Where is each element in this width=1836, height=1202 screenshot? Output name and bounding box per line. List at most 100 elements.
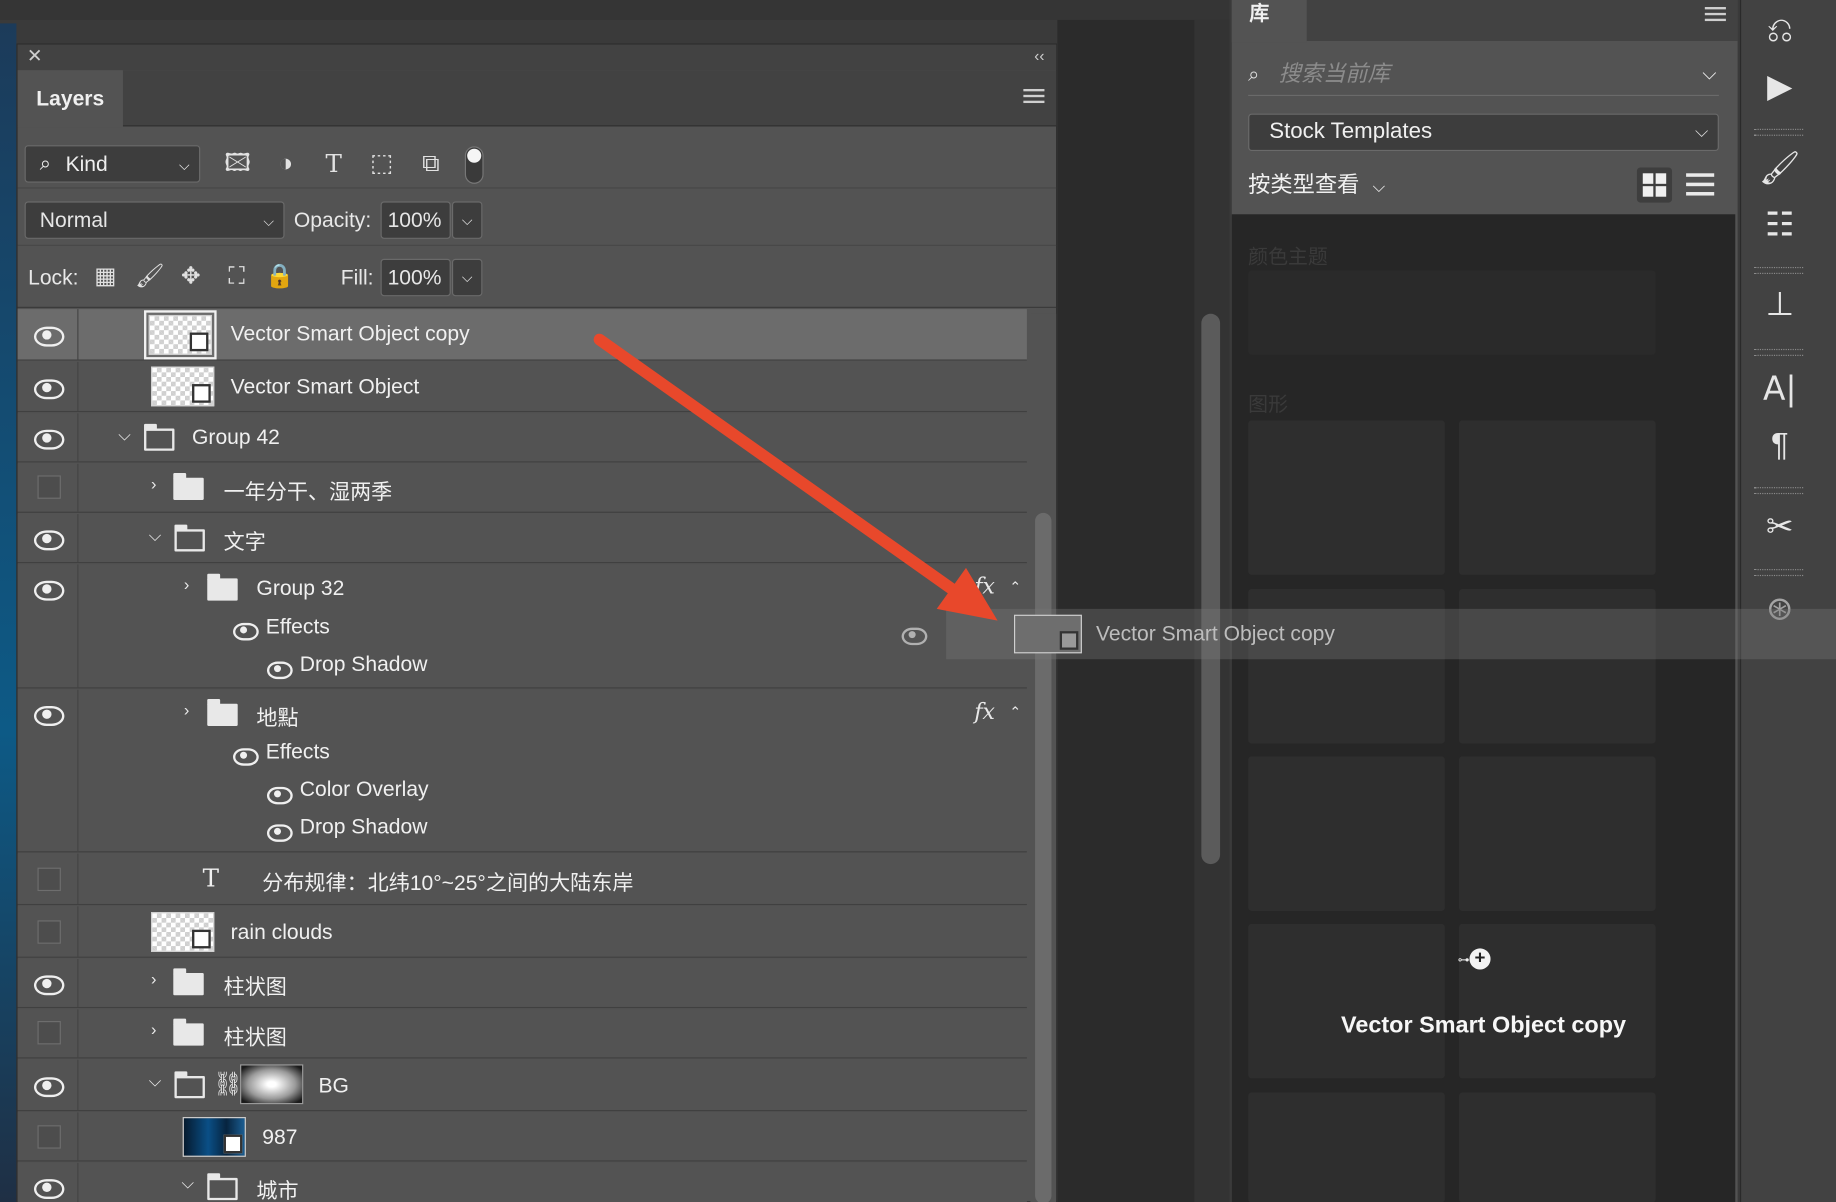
eye-icon[interactable] xyxy=(266,824,293,842)
library-search-input[interactable]: ⌕ 搜索当前库 ⌵ xyxy=(1248,54,1719,97)
eye-icon xyxy=(901,627,928,646)
fx-icon[interactable]: fx xyxy=(974,699,995,725)
layer-row[interactable]: › Group 32 fx ⌃ Effects Drop Shadow xyxy=(17,564,1027,689)
layer-row[interactable]: ⌵ Group 42 xyxy=(17,413,1027,463)
canvas-scroll-thumb[interactable] xyxy=(1201,313,1221,865)
opacity-label: Opacity: xyxy=(293,208,372,232)
chevron-down-icon[interactable]: ⌵ xyxy=(118,425,130,445)
chevron-right-icon[interactable]: › xyxy=(151,474,156,493)
visibility-off-box[interactable] xyxy=(37,1125,61,1149)
layer-row[interactable]: T 分布规律：北纬10°~25°之间的大陆东岸 xyxy=(17,853,1027,906)
eye-icon[interactable] xyxy=(33,580,65,601)
chevron-down-icon[interactable]: ⌵ xyxy=(181,1173,193,1193)
collapse-icon[interactable]: ‹‹ xyxy=(1034,47,1044,65)
fill-dropdown[interactable]: ⌵ xyxy=(451,258,483,297)
chevron-down-icon[interactable]: ⌵ xyxy=(149,526,161,546)
chevron-right-icon[interactable]: › xyxy=(151,1020,156,1039)
eye-icon[interactable] xyxy=(33,1077,65,1098)
eye-icon[interactable] xyxy=(33,379,65,400)
layer-row[interactable]: Vector Smart Object copy xyxy=(17,309,1027,361)
layer-row[interactable]: 987 xyxy=(17,1112,1027,1162)
section-graphics: 图形 xyxy=(1248,393,1288,416)
filter-kind-label: Kind xyxy=(65,152,108,176)
library-item[interactable] xyxy=(1248,923,1445,1079)
pixel-filter-icon[interactable]: 🖾 xyxy=(221,148,254,181)
layer-row[interactable]: › 一年分干、湿两季 xyxy=(17,463,1027,513)
color-theme-swatch[interactable] xyxy=(1248,270,1656,355)
chevron-right-icon[interactable]: › xyxy=(184,575,189,594)
grid-view-icon[interactable] xyxy=(1636,167,1673,203)
layer-row[interactable]: › 柱状图 xyxy=(17,1009,1027,1059)
eye-icon[interactable] xyxy=(33,975,65,996)
type-filter-icon[interactable]: T xyxy=(317,148,350,181)
eye-icon[interactable] xyxy=(266,786,293,805)
mask-thumbnail[interactable] xyxy=(240,1064,304,1105)
play-action-icon[interactable]: ▶ xyxy=(1754,63,1806,110)
eye-icon[interactable] xyxy=(266,661,293,680)
panel-menu-icon[interactable] xyxy=(1704,7,1726,25)
layer-row[interactable]: ⌵ 文字 xyxy=(17,514,1027,564)
blend-mode-select[interactable]: Normal ⌵ xyxy=(24,201,285,239)
tab-layers[interactable]: Layers xyxy=(17,70,123,128)
eye-icon[interactable] xyxy=(33,429,65,450)
eye-icon[interactable] xyxy=(33,1179,65,1200)
layer-row[interactable]: › 地點 fx ⌃ Effects Color Overlay Drop Sha… xyxy=(17,689,1027,853)
filter-kind-select[interactable]: ⌕ Kind ⌵ xyxy=(24,145,201,183)
adjustments-icon[interactable]: ☷ xyxy=(1754,201,1806,248)
tab-libraries[interactable]: 库 xyxy=(1231,0,1307,43)
eye-icon[interactable] xyxy=(33,326,65,347)
layer-row[interactable]: rain clouds xyxy=(17,906,1027,958)
layer-row[interactable]: › 柱状图 xyxy=(17,958,1027,1009)
lock-pixels-brush-icon[interactable]: 🖌 xyxy=(135,261,165,291)
close-icon[interactable]: ✕ xyxy=(27,47,43,68)
library-item[interactable] xyxy=(1458,1092,1656,1202)
layer-row[interactable]: ⌵ 城市 xyxy=(17,1162,1027,1202)
library-select[interactable]: Stock Templates ⌵ xyxy=(1248,113,1719,152)
fill-input[interactable]: 100% xyxy=(380,258,451,297)
paragraph-icon[interactable]: ¶ xyxy=(1754,422,1806,469)
lock-artboard-icon[interactable]: ⛶ xyxy=(221,261,251,291)
visibility-off-box[interactable] xyxy=(37,1021,61,1045)
panel-menu-icon[interactable] xyxy=(1023,88,1045,107)
eye-icon[interactable] xyxy=(233,622,259,641)
layer-row[interactable]: Vector Smart Object xyxy=(17,361,1027,413)
smart-object-filter-icon[interactable]: ⧉ xyxy=(414,148,447,181)
tool-presets-icon[interactable]: ✂ xyxy=(1754,503,1806,550)
eye-icon[interactable] xyxy=(233,748,259,766)
lock-position-move-icon[interactable]: ✥ xyxy=(176,261,206,291)
library-item[interactable] xyxy=(1248,1092,1445,1202)
folder-icon xyxy=(173,1018,204,1046)
visibility-off-box[interactable] xyxy=(37,475,61,499)
chevron-down-icon[interactable]: ⌵ xyxy=(149,1071,161,1091)
layer-row[interactable]: ⌵ ⛓ BG xyxy=(17,1059,1027,1112)
list-view-icon[interactable] xyxy=(1686,171,1715,199)
fx-icon[interactable]: fx xyxy=(974,574,995,600)
visibility-off-box[interactable] xyxy=(37,867,61,892)
layer-name: Vector Smart Object copy xyxy=(230,321,470,346)
opacity-dropdown[interactable]: ⌵ xyxy=(451,201,483,239)
lock-transparent-icon[interactable]: ▦ xyxy=(90,261,120,291)
library-item[interactable] xyxy=(1458,420,1656,575)
history-icon[interactable]: ⎌ xyxy=(1754,7,1806,54)
character-icon[interactable]: A| xyxy=(1754,365,1806,412)
chevron-up-icon[interactable]: ⌃ xyxy=(1009,578,1021,594)
shape-filter-icon[interactable]: ⬚ xyxy=(365,148,398,181)
view-by-type-dropdown[interactable]: 按类型查看 ⌵ xyxy=(1248,167,1385,199)
eye-icon[interactable] xyxy=(33,530,65,551)
chevron-down-icon[interactable]: ⌵ xyxy=(1702,54,1716,96)
visibility-off-box[interactable] xyxy=(37,920,61,944)
chevron-right-icon[interactable]: › xyxy=(151,970,156,989)
filter-toggle[interactable] xyxy=(464,146,484,184)
brush-settings-icon[interactable]: 🖌 xyxy=(1754,145,1806,192)
library-item[interactable] xyxy=(1458,756,1656,911)
library-item[interactable] xyxy=(1248,420,1445,575)
clone-stamp-icon[interactable]: ⊥ xyxy=(1754,281,1806,328)
chevron-up-icon[interactable]: ⌃ xyxy=(1009,704,1021,720)
chevron-right-icon[interactable]: › xyxy=(184,700,189,719)
opacity-input[interactable]: 100% xyxy=(380,201,451,239)
library-item[interactable] xyxy=(1248,756,1445,911)
adjustment-filter-icon[interactable]: ◑ xyxy=(269,148,302,181)
eye-icon[interactable] xyxy=(33,706,65,726)
lock-all-icon[interactable]: 🔒 xyxy=(265,261,295,291)
link-icon[interactable]: ⛓ xyxy=(213,1069,243,1098)
